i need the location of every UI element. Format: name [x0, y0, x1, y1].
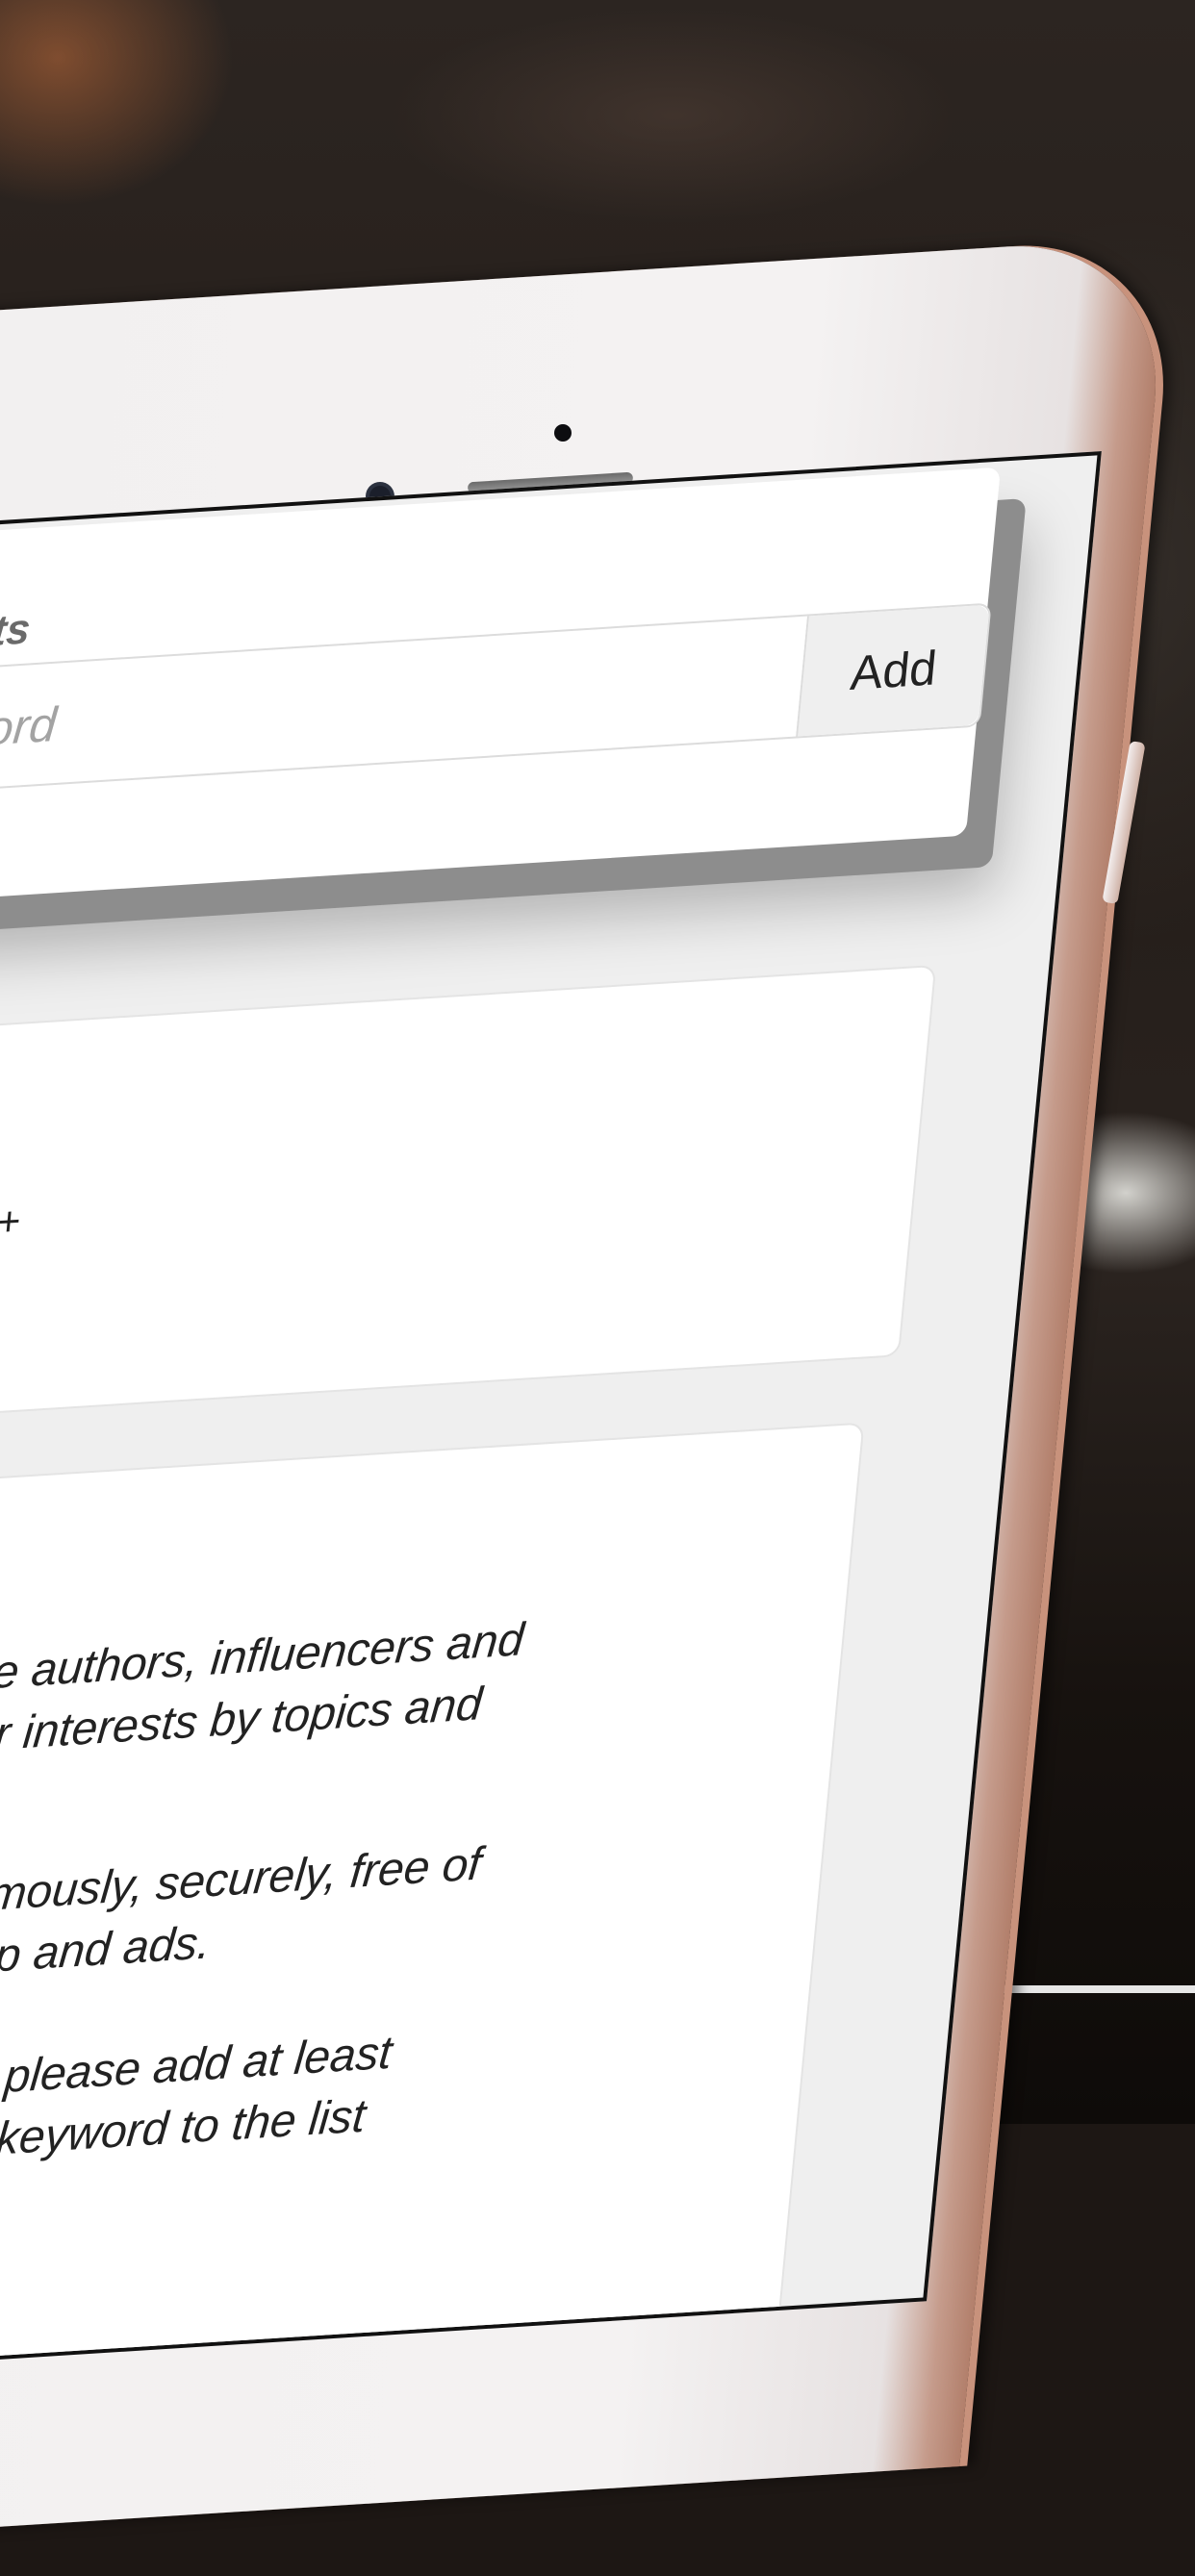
- subject-input[interactable]: [0, 618, 782, 816]
- add-subject-card: ts Add: [0, 467, 1002, 926]
- source-item-google-plus[interactable]: oogle+: [0, 1198, 22, 1251]
- subject-input-row: Add: [0, 602, 992, 817]
- sources-card: rces oogle+ ddit tter: [0, 966, 935, 1445]
- app-screen: ts Add rces oogle+ ddit tter e favorite …: [0, 0, 1195, 2399]
- about-paragraph-1: favorite authors, influencers and ow you…: [0, 1613, 526, 1765]
- screen-area: ts Add rces oogle+ ddit tter e favorite …: [0, 451, 1102, 2399]
- about-card: e favorite authors, influencers and ow y…: [0, 1424, 863, 2399]
- about-paragraph-3: anonAce, please add at least ashtag or k…: [0, 2027, 394, 2165]
- add-button[interactable]: Add: [796, 604, 990, 737]
- add-subject-title: ts: [0, 605, 33, 655]
- about-paragraph-2: o anonymously, securely, free of ut sign…: [0, 1838, 484, 1990]
